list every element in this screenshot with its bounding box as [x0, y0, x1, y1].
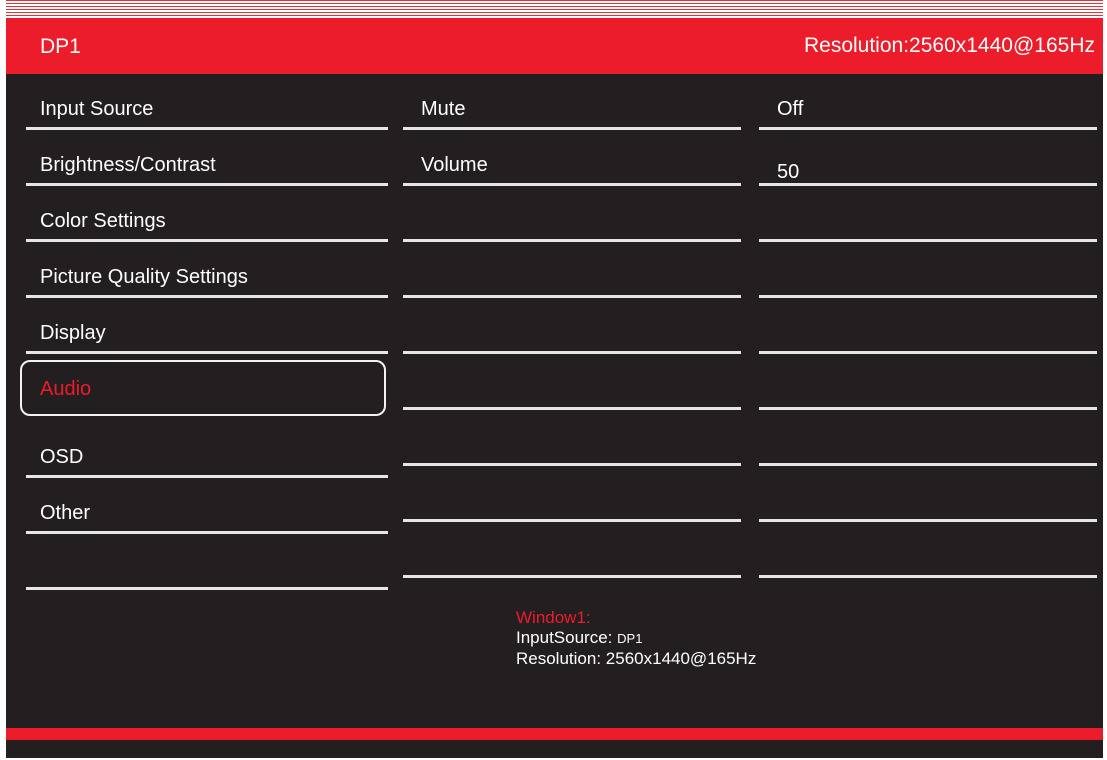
menu-item-display[interactable]: Display: [26, 298, 388, 354]
resolution-value: 2560x1440@165Hz: [605, 649, 757, 668]
menu-item-brightness-contrast[interactable]: Brightness/Contrast: [26, 130, 388, 186]
menu-item-label: Brightness/Contrast: [40, 154, 216, 176]
bottom-accent-bar: [6, 728, 1103, 740]
menu-item-label: Color Settings: [40, 210, 166, 232]
main-menu: Input Source Brightness/Contrast Color S…: [20, 74, 388, 590]
value-row-empty: [759, 466, 1097, 522]
window-title: Window1:: [516, 608, 591, 627]
value-row-empty: [759, 522, 1097, 578]
value-volume[interactable]: 50: [759, 130, 1097, 186]
menu-item-empty: [26, 534, 388, 590]
window-info: Window1: InputSource: DP1 Resolution: 25…: [516, 608, 756, 669]
input-source-value: DP1: [617, 631, 643, 646]
menu-item-label: Picture Quality Settings: [40, 266, 248, 288]
submenu-row-empty: [403, 298, 741, 354]
submenu-item-label: Mute: [421, 98, 466, 120]
submenu-row-empty: [403, 242, 741, 298]
value-column: Off 50: [759, 74, 1097, 578]
value-row-empty: [759, 242, 1097, 298]
menu-item-input-source[interactable]: Input Source: [26, 74, 388, 130]
value-row-empty: [759, 298, 1097, 354]
input-source-line: InputSource: DP1: [516, 628, 756, 649]
menu-item-picture-quality-settings[interactable]: Picture Quality Settings: [26, 242, 388, 298]
top-stripes-decoration: [6, 0, 1103, 18]
submenu-row-empty: [403, 466, 741, 522]
submenu-row-empty: [403, 410, 741, 466]
menu-item-osd[interactable]: OSD: [26, 422, 388, 478]
value-row-empty: [759, 354, 1097, 410]
submenu-item-mute[interactable]: Mute: [403, 74, 741, 130]
value-label: 50: [777, 161, 800, 183]
menu-item-label: Display: [40, 322, 106, 344]
resolution-label: Resolution:: [516, 649, 602, 668]
menu-item-color-settings[interactable]: Color Settings: [26, 186, 388, 242]
resolution-line: Resolution: 2560x1440@165Hz: [516, 649, 756, 669]
menu-item-label: Input Source: [40, 98, 154, 120]
sub-menu: Mute Volume: [403, 74, 741, 578]
menu-item-other[interactable]: Other: [26, 478, 388, 534]
value-row-empty: [759, 410, 1097, 466]
osd-header: DP1 Resolution:2560x1440@165Hz: [6, 18, 1103, 74]
menu-item-label: Other: [40, 502, 91, 524]
value-mute[interactable]: Off: [759, 74, 1097, 130]
menu-item-label: OSD: [40, 446, 84, 468]
header-resolution: Resolution:2560x1440@165Hz: [803, 34, 1095, 57]
header-input-source: DP1: [40, 35, 81, 58]
submenu-row-empty: [403, 186, 741, 242]
submenu-item-volume[interactable]: Volume: [403, 130, 741, 186]
menu-item-audio[interactable]: Audio: [20, 360, 386, 416]
menu-item-label: Audio: [40, 378, 92, 400]
value-row-empty: [759, 186, 1097, 242]
submenu-item-label: Volume: [421, 154, 488, 176]
input-source-label: InputSource:: [516, 628, 613, 647]
submenu-row-empty: [403, 522, 741, 578]
value-label: Off: [777, 98, 804, 120]
osd-menu: DP1 Resolution:2560x1440@165Hz Input Sou…: [6, 18, 1103, 758]
submenu-row-empty: [403, 354, 741, 410]
